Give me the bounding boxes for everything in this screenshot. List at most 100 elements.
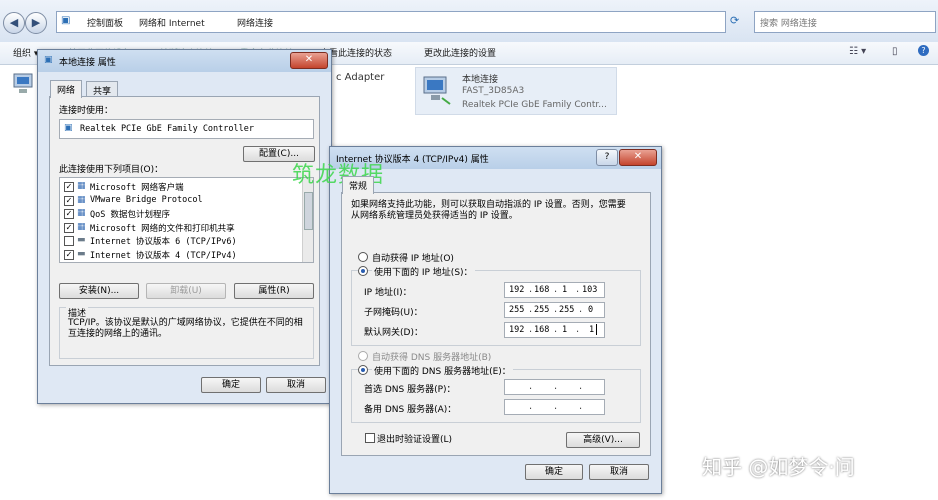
ip-seg: 1 <box>562 285 568 295</box>
manual-dns-radio[interactable] <box>358 365 368 375</box>
close-button[interactable]: ✕ <box>619 149 657 166</box>
manual-dns-label: 使用下面的 DNS 服务器地址(E)： <box>372 364 513 377</box>
ok-button[interactable]: 确定 <box>201 377 261 393</box>
tab-general[interactable]: 常规 <box>342 176 375 194</box>
item-checkbox[interactable]: ✓ <box>64 182 74 192</box>
search-input[interactable]: 搜索 网络连接 <box>754 11 936 33</box>
dns-dot: . <box>553 402 559 412</box>
alternate-dns-label: 备用 DNS 服务器(A)： <box>364 405 457 415</box>
help-button[interactable]: ? <box>596 149 618 166</box>
connection-network: FAST_3D85A3 <box>462 86 525 96</box>
items-label: 此连接使用下列项目(O)： <box>59 165 164 175</box>
description-group: 描述 TCP/IP。该协议是默认的广域网络协议，它提供在不同的相互连接的网络上的… <box>59 306 314 359</box>
view-options-icon[interactable]: ☷ ▾ <box>849 46 866 57</box>
subnet-mask-label: 子网掩码(U)： <box>364 308 423 318</box>
advanced-button[interactable]: 高级(V)... <box>566 432 640 448</box>
gw-dot: . <box>528 325 534 335</box>
item-checkbox[interactable] <box>64 236 74 246</box>
alternate-dns-field[interactable]: . . . <box>504 399 605 415</box>
organize-menu[interactable]: 组织 ▾ <box>13 46 38 59</box>
ip-address-field[interactable]: 192 . 168 . 1 . 103 <box>504 282 605 298</box>
list-scrollbar[interactable] <box>302 178 313 262</box>
subnet-mask-field[interactable]: 255 . 255 . 255 . 0 <box>504 302 605 318</box>
protocol-icon: ▬ <box>77 262 86 263</box>
item-label: Microsoft 网络的文件和打印机共享 <box>90 223 235 234</box>
preferred-dns-field[interactable]: . . . <box>504 379 605 395</box>
item-checkbox[interactable]: ✓ <box>64 209 74 219</box>
ip-seg: 192 <box>509 285 525 295</box>
close-button[interactable]: ✕ <box>290 52 328 69</box>
search-placeholder: 搜索 网络连接 <box>760 19 817 29</box>
description-text: TCP/IP。该协议是默认的广域网络协议，它提供在不同的相互连接的网络上的通讯。 <box>68 318 303 339</box>
adapter-partial-label: c Adapter <box>336 72 385 83</box>
manual-ip-label: 使用下面的 IP 地址(S)： <box>372 265 475 278</box>
properties-button[interactable]: 属性(R) <box>234 283 314 299</box>
network-tab-panel: 连接时使用： ▣ Realtek PCIe GbE Family Control… <box>49 96 320 366</box>
zhihu-watermark: 知乎 @如梦令·问 <box>702 455 855 479</box>
ip-dot: . <box>575 285 581 295</box>
text-cursor <box>596 324 597 335</box>
item-label: 链路层拓扑发现映射器 I/O 驱动程序 <box>90 262 235 263</box>
dns-dot: . <box>578 382 584 392</box>
items-list[interactable]: ✓ ▦ Microsoft 网络客户端 ✓ ▦ VMware Bridge Protoco… <box>59 177 314 263</box>
ip-address-label: IP 地址(I)： <box>364 288 412 298</box>
list-item[interactable]: ✓▬链路层拓扑发现映射器 I/O 驱动程序 <box>63 261 299 263</box>
list-item[interactable]: ✓ ▦ Microsoft 网络的文件和打印机共享 <box>63 221 299 234</box>
list-item[interactable]: ▬ Internet 协议版本 6 (TCP/IPv6) <box>63 234 299 247</box>
gw-seg: 168 <box>534 325 550 335</box>
breadcrumb-network[interactable]: 网络和 Internet <box>139 16 205 29</box>
adapter-name: Realtek PCIe GbE Family Controller <box>80 124 254 134</box>
cancel-button[interactable]: 取消 <box>266 377 326 393</box>
gateway-field[interactable]: 192 . 168 . 1 . 1 <box>504 322 605 338</box>
change-settings-button[interactable]: 更改此连接的设置 <box>424 46 496 59</box>
validate-checkbox[interactable] <box>365 433 375 443</box>
uninstall-button[interactable]: 卸载(U) <box>146 283 226 299</box>
back-button[interactable]: ◀ <box>3 12 25 34</box>
local-connection-properties-dialog: ▣ 本地连接 属性 ✕ 网络 共享 连接时使用： ▣ Realtek PCIe … <box>37 49 332 404</box>
forward-button[interactable]: ▶ <box>25 12 47 34</box>
install-button[interactable]: 安装(N)... <box>59 283 139 299</box>
protocol-icon: ▬ <box>77 248 86 259</box>
dialog-title: 本地连接 属性 <box>59 58 116 68</box>
ok-button[interactable]: 确定 <box>525 464 583 480</box>
item-checkbox[interactable]: ✓ <box>64 195 74 206</box>
item-checkbox[interactable]: ✓ <box>64 249 74 260</box>
connection-device: Realtek PCIe GbE Family Contr... <box>462 100 607 110</box>
auto-dns-radio[interactable] <box>358 351 368 361</box>
protocol-icon: ▦ <box>77 208 86 218</box>
mask-seg: 255 <box>534 305 550 315</box>
gw-dot: . <box>553 325 559 335</box>
preview-pane-icon[interactable]: ▯ <box>892 46 898 57</box>
item-label: Microsoft 网络客户端 <box>90 183 184 193</box>
gw-seg: 192 <box>509 325 525 335</box>
refresh-icon[interactable]: ⟳ <box>730 14 739 27</box>
network-icon: ▣ <box>44 55 53 65</box>
protocol-icon: ▦ <box>77 221 86 232</box>
mask-seg: 0 <box>588 305 594 315</box>
ip-group: 使用下面的 IP 地址(S)： IP 地址(I)： 192 . 168 . 1 … <box>351 265 641 346</box>
auto-ip-label: 自动获得 IP 地址(O) <box>372 254 454 264</box>
list-item[interactable]: ✓ ▦ VMware Bridge Protocol <box>63 194 299 206</box>
gw-seg: 1 <box>589 325 595 335</box>
address-box[interactable]: ▣ 控制面板 网络和 Internet 网络连接 <box>56 11 726 33</box>
list-item[interactable]: ✓ ▬ Internet 协议版本 4 (TCP/IPv4) <box>63 248 299 261</box>
item-label: Internet 协议版本 6 (TCP/IPv6) <box>90 237 237 247</box>
local-connection-item[interactable]: 本地连接 FAST_3D85A3 Realtek PCIe GbE Family… <box>415 67 617 115</box>
protocol-icon: ▦ <box>77 181 86 191</box>
auto-ip-radio[interactable] <box>358 252 368 262</box>
list-item[interactable]: ✓ ▦ QoS 数据包计划程序 <box>63 207 299 220</box>
adapter-icon: ▣ <box>64 123 73 133</box>
item-label: Internet 协议版本 4 (TCP/IPv4) <box>90 250 237 261</box>
validate-label: 退出时验证设置(L) <box>377 435 453 445</box>
scrollbar-thumb[interactable] <box>304 192 313 230</box>
help-icon[interactable]: ? <box>918 45 929 56</box>
item-checkbox[interactable]: ✓ <box>64 222 74 233</box>
tab-network[interactable]: 网络 <box>50 80 83 98</box>
breadcrumb-connections[interactable]: 网络连接 <box>237 16 273 29</box>
manual-ip-radio[interactable] <box>358 266 368 276</box>
dns-dot: . <box>553 382 559 392</box>
explorer-address-bar: ◀ ▶ ▣ 控制面板 网络和 Internet 网络连接 ⟳ 搜索 网络连接 <box>0 0 938 43</box>
breadcrumb-control-panel[interactable]: 控制面板 <box>87 16 123 29</box>
list-item[interactable]: ✓ ▦ Microsoft 网络客户端 <box>63 180 299 193</box>
cancel-button[interactable]: 取消 <box>589 464 649 480</box>
